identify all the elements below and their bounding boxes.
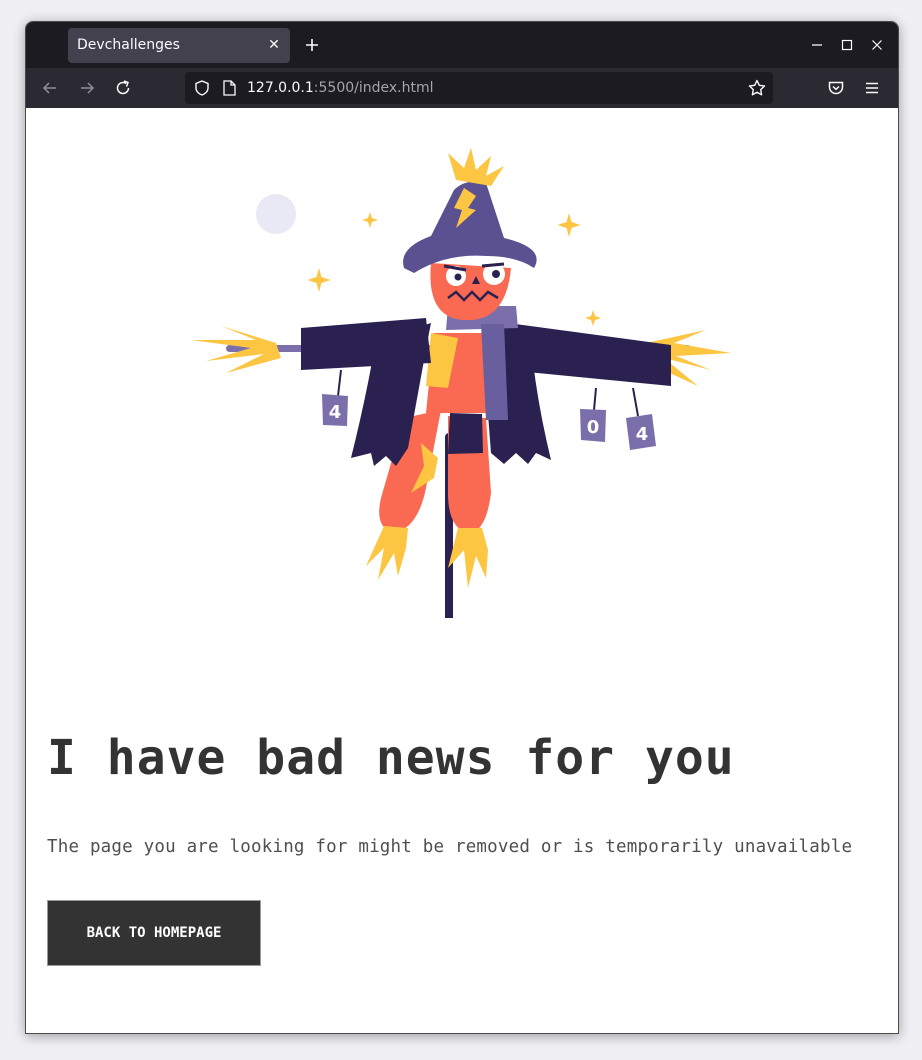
reload-icon[interactable] [113,78,133,98]
left-pupil [454,273,462,281]
right-brow [481,262,505,268]
coat-left-sleeve [301,318,431,370]
pocket-icon[interactable] [826,78,846,98]
right-straw-foot [448,528,488,588]
url-host: 127.0.0.1 [247,80,314,96]
can-left-digit: 4 [329,402,342,423]
moon-shape [256,194,296,234]
coat-hem-shape [448,413,483,454]
sparkle-shape [362,212,378,228]
menu-icon[interactable] [862,78,882,98]
tab-title: Devchallenges [77,37,180,53]
close-tab-icon[interactable]: ✕ [266,37,282,53]
tab-bar: Devchallenges ✕ [26,22,898,68]
can-middle-digit: 0 [587,417,600,438]
page-title: I have bad news for you [47,730,735,786]
hat-straw [448,148,504,186]
page-icon[interactable] [220,79,238,97]
sparkle-shape [307,268,331,292]
left-straw-foot [366,526,408,580]
tab-devchallenges[interactable]: Devchallenges ✕ [68,28,290,63]
sparkle-shape [585,310,601,326]
maximize-icon[interactable] [838,36,856,54]
shield-icon[interactable] [193,79,211,97]
right-pupil [492,270,500,278]
sparkle-shape [557,213,581,237]
page-content: 4 0 4 I have bad news for you The page y… [26,108,898,1033]
error-message: The page you are looking for might be re… [47,837,853,857]
forward-arrow-icon[interactable] [77,78,97,98]
url-text[interactable]: 127.0.0.1:5500/index.html [247,80,434,96]
minimize-icon[interactable] [808,36,826,54]
new-tab-icon[interactable] [302,35,322,55]
close-window-icon[interactable] [868,36,886,54]
bookmark-star-icon[interactable] [747,78,767,98]
browser-window: Devchallenges ✕ 127.0.0.1:5500/index.htm… [25,21,899,1034]
back-to-homepage-button[interactable]: BACK TO HOMEPAGE [47,900,261,966]
url-path: :5500/index.html [313,80,434,96]
can-right-digit: 4 [636,424,649,445]
address-bar[interactable]: 127.0.0.1:5500/index.html [185,72,773,104]
back-arrow-icon[interactable] [40,78,60,98]
nav-toolbar: 127.0.0.1:5500/index.html [26,68,898,108]
scarecrow-illustration: 4 0 4 [191,148,731,618]
